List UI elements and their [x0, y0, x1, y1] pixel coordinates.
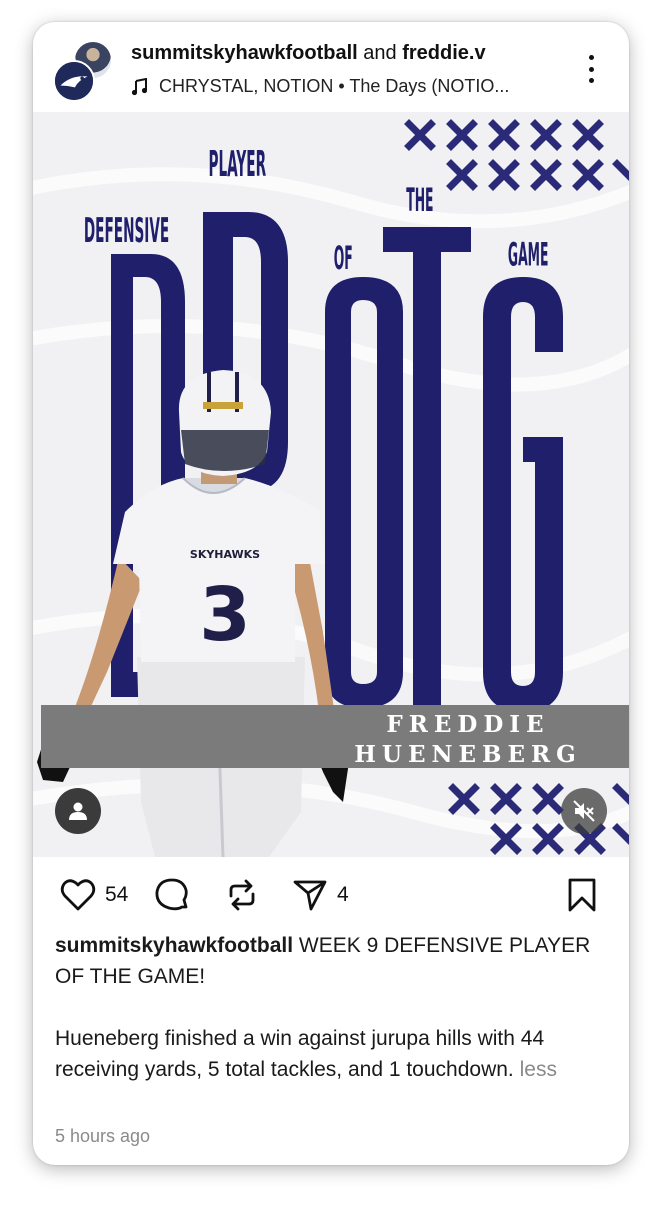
caption-headline: summitskyhawkfootball WEEK 9 DEFENSIVE P…	[55, 930, 611, 992]
label-player: PLAYER	[208, 144, 266, 185]
heart-icon	[60, 879, 96, 911]
bookmark-icon	[568, 878, 596, 912]
tagged-users-button[interactable]	[55, 788, 101, 834]
post-timestamp: 5 hours ago	[55, 1126, 151, 1146]
label-defensive: DEFENSIVE	[84, 212, 169, 251]
accounts-conjunction: and	[357, 42, 403, 64]
repost-button[interactable]	[223, 876, 261, 914]
account-avatar[interactable]	[53, 60, 95, 102]
share-count: 4	[337, 883, 349, 906]
share-button[interactable]: 4	[291, 876, 349, 914]
repost-icon	[229, 879, 255, 911]
mute-button[interactable]	[561, 788, 607, 834]
label-the: THE	[406, 181, 433, 219]
caption-less-link[interactable]: less	[514, 1058, 557, 1081]
send-icon	[293, 880, 327, 911]
label-of: OF	[334, 238, 353, 276]
audio-link[interactable]: CHRYSTAL, NOTION • The Days (NOTIO...	[131, 76, 509, 97]
jersey-team: SKYHAWKS	[190, 548, 260, 561]
post-header: summitskyhawkfootball and freddie.v CHRY…	[33, 22, 629, 112]
audio-title: CHRYSTAL, NOTION • The Days (NOTIO...	[159, 76, 510, 96]
collab-name-link[interactable]: freddie.v	[402, 42, 485, 64]
x-pattern-top	[404, 119, 629, 191]
user-tag-icon	[69, 802, 87, 820]
jersey-number: 3	[199, 572, 251, 658]
caption-username-link[interactable]: summitskyhawkfootball	[55, 934, 293, 957]
mute-icon	[573, 800, 595, 822]
account-name-link[interactable]: summitskyhawkfootball	[131, 42, 358, 64]
avatar-stack[interactable]	[53, 38, 117, 102]
comment-icon	[155, 878, 188, 911]
post-media[interactable]: DEFENSIVE PLAYER OF THE GAME SKYHAWKS 3 …	[33, 112, 629, 857]
like-button[interactable]: 54	[59, 876, 128, 914]
music-note-icon	[131, 77, 148, 95]
caption-body: Hueneberg finished a win against jurupa …	[55, 1023, 611, 1085]
post-caption: summitskyhawkfootball WEEK 9 DEFENSIVE P…	[55, 930, 611, 1085]
player-first-name: FREDDIE	[386, 711, 550, 738]
like-count: 54	[105, 883, 129, 906]
caption-body-text: Hueneberg finished a win against jurupa …	[55, 1027, 545, 1081]
more-options-button[interactable]	[581, 52, 601, 86]
save-button[interactable]	[563, 876, 601, 914]
comment-button[interactable]	[153, 876, 191, 914]
more-vertical-icon	[588, 55, 594, 60]
post-actions: 54 4	[33, 870, 629, 920]
label-game: GAME	[508, 235, 549, 273]
player-last-name: HUENEBERG	[354, 741, 582, 768]
post-accounts: summitskyhawkfootball and freddie.v	[131, 42, 486, 65]
post-card: summitskyhawkfootball and freddie.v CHRY…	[33, 22, 629, 1165]
